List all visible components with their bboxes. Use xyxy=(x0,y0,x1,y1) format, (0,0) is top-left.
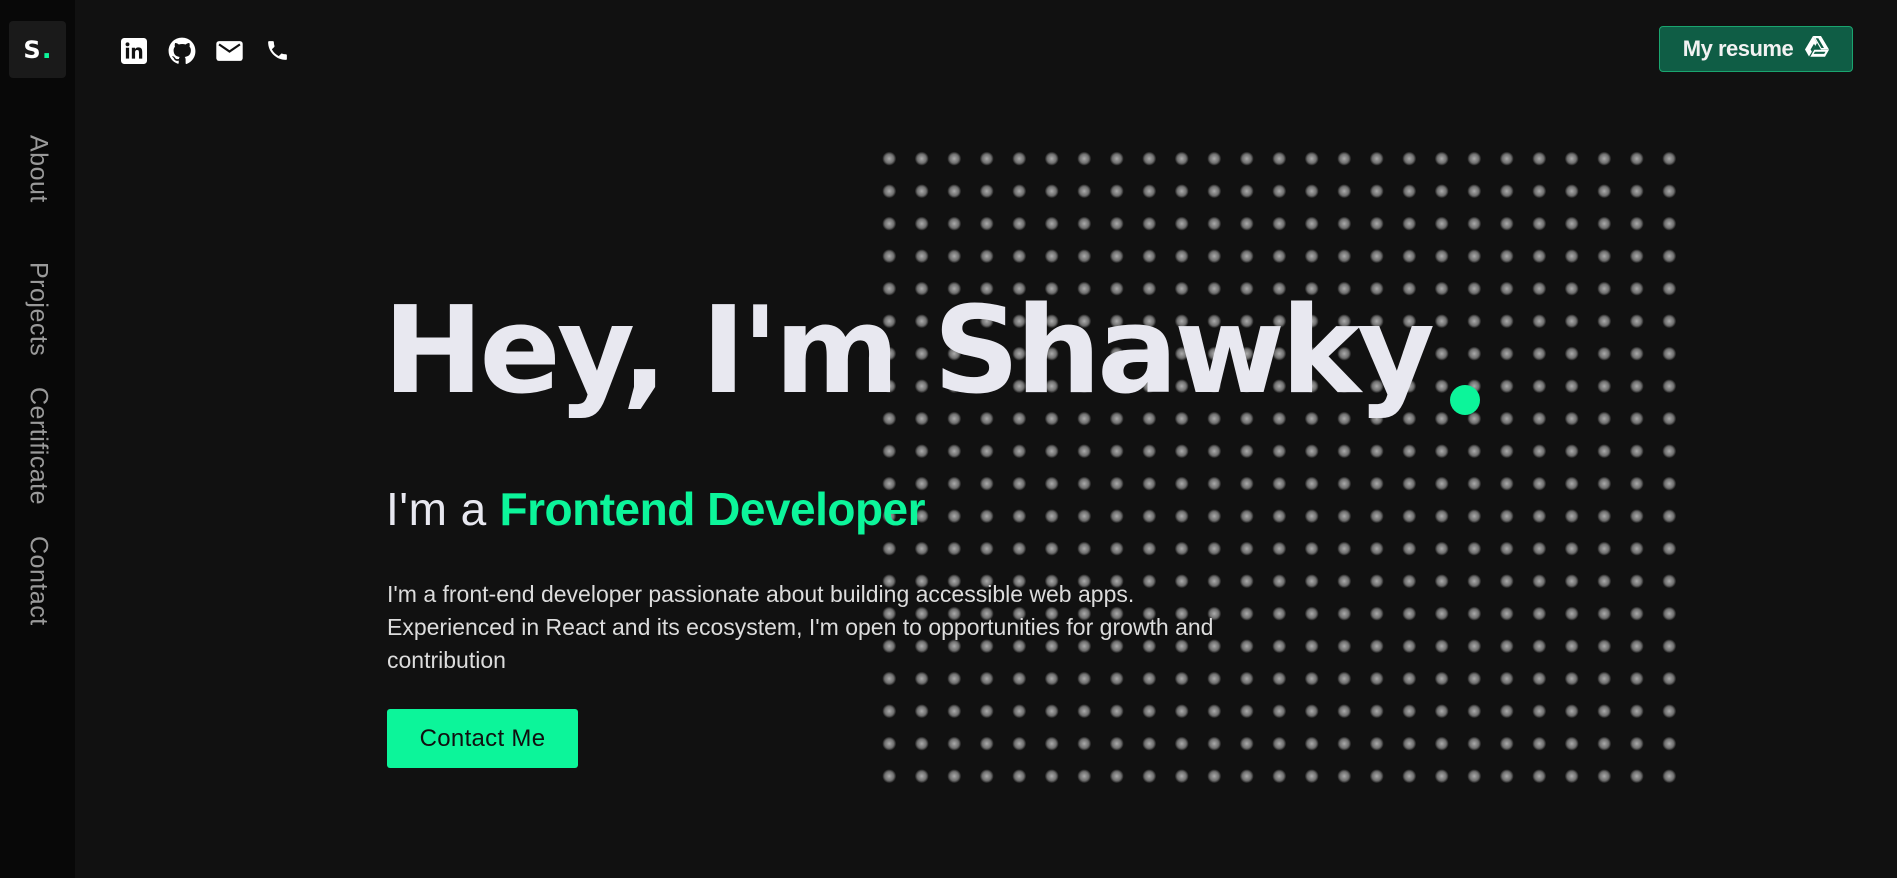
nav-about[interactable]: About xyxy=(24,135,53,203)
resume-button-label: My resume xyxy=(1682,36,1794,61)
hero-title: Hey, I'm Shawky xyxy=(383,282,1435,421)
site-logo[interactable]: S. xyxy=(9,21,66,78)
github-icon[interactable] xyxy=(167,36,196,65)
logo-letter: S xyxy=(23,35,41,64)
hero-description: I'm a front-end developer passionate abo… xyxy=(387,581,1214,673)
hero-subtitle: I'm a Frontend Developer xyxy=(386,483,926,535)
dot-grid-decoration xyxy=(873,145,1679,785)
resume-button[interactable]: My resume xyxy=(1659,26,1853,72)
linkedin-icon[interactable] xyxy=(119,36,148,65)
google-drive-icon xyxy=(1805,35,1830,63)
logo-dot: . xyxy=(41,34,52,65)
mail-icon[interactable] xyxy=(215,36,244,65)
nav-certificate[interactable]: Certificate xyxy=(24,387,53,505)
nav-contact[interactable]: Contact xyxy=(24,536,53,626)
subtitle-prefix: I'm a xyxy=(386,483,487,535)
contact-me-button[interactable]: Contact Me xyxy=(387,709,578,768)
social-links xyxy=(119,36,292,65)
hero-accent-dot xyxy=(1450,385,1480,415)
nav-projects[interactable]: Projects xyxy=(24,262,53,356)
sidebar: S. About Projects Certificate Contact xyxy=(0,0,75,878)
phone-icon[interactable] xyxy=(263,36,292,65)
subtitle-role: Frontend Developer xyxy=(499,483,926,535)
